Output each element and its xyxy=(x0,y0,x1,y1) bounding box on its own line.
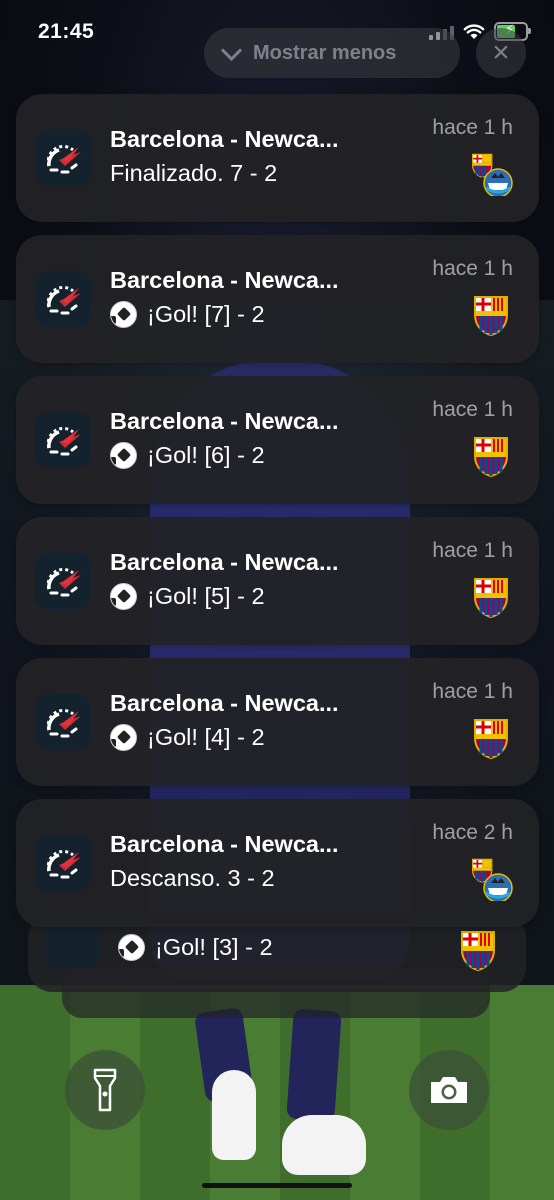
close-icon: × xyxy=(492,36,510,69)
notification-body: ¡Gol! [5] - 2 xyxy=(110,583,265,610)
notification-title: Barcelona - Newca... xyxy=(110,549,339,575)
notification-body: ¡Gol! [6] - 2 xyxy=(110,442,265,469)
notification-body-text: Finalizado. 7 - 2 xyxy=(110,160,278,186)
notification-time: hace 1 h xyxy=(432,680,513,703)
notification-card[interactable]: Barcelona - Newca... hace 1 h Finalizado. … xyxy=(16,94,539,222)
barcelona-newcastle-crests-icon xyxy=(469,152,513,198)
app-icon xyxy=(35,694,91,750)
notification-title: Barcelona - Newca... xyxy=(110,408,339,434)
notification-title: Barcelona - Newca... xyxy=(110,267,339,293)
barcelona-crest-icon xyxy=(456,928,500,972)
notification-body: ¡Gol! [7] - 2 xyxy=(110,301,265,328)
notification-body-text: ¡Gol! [5] - 2 xyxy=(147,583,265,609)
notification-time: hace 2 h xyxy=(432,821,513,844)
soccer-ball-icon xyxy=(118,934,145,961)
barcelona-crest-icon xyxy=(469,293,513,337)
notification-body: Finalizado. 7 - 2 xyxy=(110,160,277,187)
barcelona-crest-icon xyxy=(469,434,513,478)
notification-title: Barcelona - Newca... xyxy=(110,126,339,152)
notification-body: ¡Gol! [4] - 2 xyxy=(110,724,265,751)
notification-time: hace 1 h xyxy=(432,116,513,139)
notification-card[interactable]: Barcelona - Newca... hace 1 h ¡Gol! [6] - … xyxy=(16,376,539,504)
notification-title: Barcelona - Newca... xyxy=(110,831,339,857)
chevron-down-icon xyxy=(220,39,243,61)
camera-button[interactable] xyxy=(409,1050,489,1130)
app-icon xyxy=(35,412,91,468)
flashlight-icon xyxy=(93,1068,117,1112)
notification-card[interactable]: Barcelona - Newca... hace 1 h ¡Gol! [7] - … xyxy=(16,235,539,363)
notification-body: Descanso. 3 - 2 xyxy=(110,865,275,892)
notification-title: Barcelona - Newca... xyxy=(110,690,339,716)
notification-card[interactable]: Barcelona - Newca... hace 1 h ¡Gol! [4] - … xyxy=(16,658,539,786)
soccer-ball-icon xyxy=(110,583,137,610)
app-icon xyxy=(35,271,91,327)
notification-card[interactable]: Barcelona - Newca... hace 2 h Descanso. 3 … xyxy=(16,799,539,927)
app-icon xyxy=(35,553,91,609)
soccer-ball-icon xyxy=(110,442,137,469)
notification-time: hace 1 h xyxy=(432,539,513,562)
show-less-button[interactable]: Mostrar menos xyxy=(204,28,460,78)
soccer-ball-icon xyxy=(110,301,137,328)
camera-icon xyxy=(431,1077,467,1103)
barcelona-crest-icon xyxy=(469,716,513,760)
barcelona-crest-icon xyxy=(469,575,513,619)
notification-body-text: ¡Gol! [4] - 2 xyxy=(147,724,265,750)
home-indicator[interactable] xyxy=(202,1183,352,1188)
app-icon xyxy=(46,924,100,968)
notification-time: hace 1 h xyxy=(432,257,513,280)
clear-notifications-button[interactable]: × xyxy=(476,28,526,78)
app-icon xyxy=(35,835,91,891)
notification-body-text: Descanso. 3 - 2 xyxy=(110,865,275,891)
flashlight-button[interactable] xyxy=(65,1050,145,1130)
notification-card[interactable]: Barcelona - Newca... hace 1 h ¡Gol! [5] - … xyxy=(16,517,539,645)
notification-body-text: ¡Gol! [7] - 2 xyxy=(147,301,265,327)
stacked-notification-body: ¡Gol! [3] - 2 xyxy=(118,934,273,961)
notification-time: hace 1 h xyxy=(432,398,513,421)
barcelona-newcastle-crests-icon xyxy=(469,857,513,903)
soccer-ball-icon xyxy=(110,724,137,751)
app-icon xyxy=(35,130,91,186)
notification-body-text: ¡Gol! [6] - 2 xyxy=(147,442,265,468)
show-less-label: Mostrar menos xyxy=(253,41,397,64)
